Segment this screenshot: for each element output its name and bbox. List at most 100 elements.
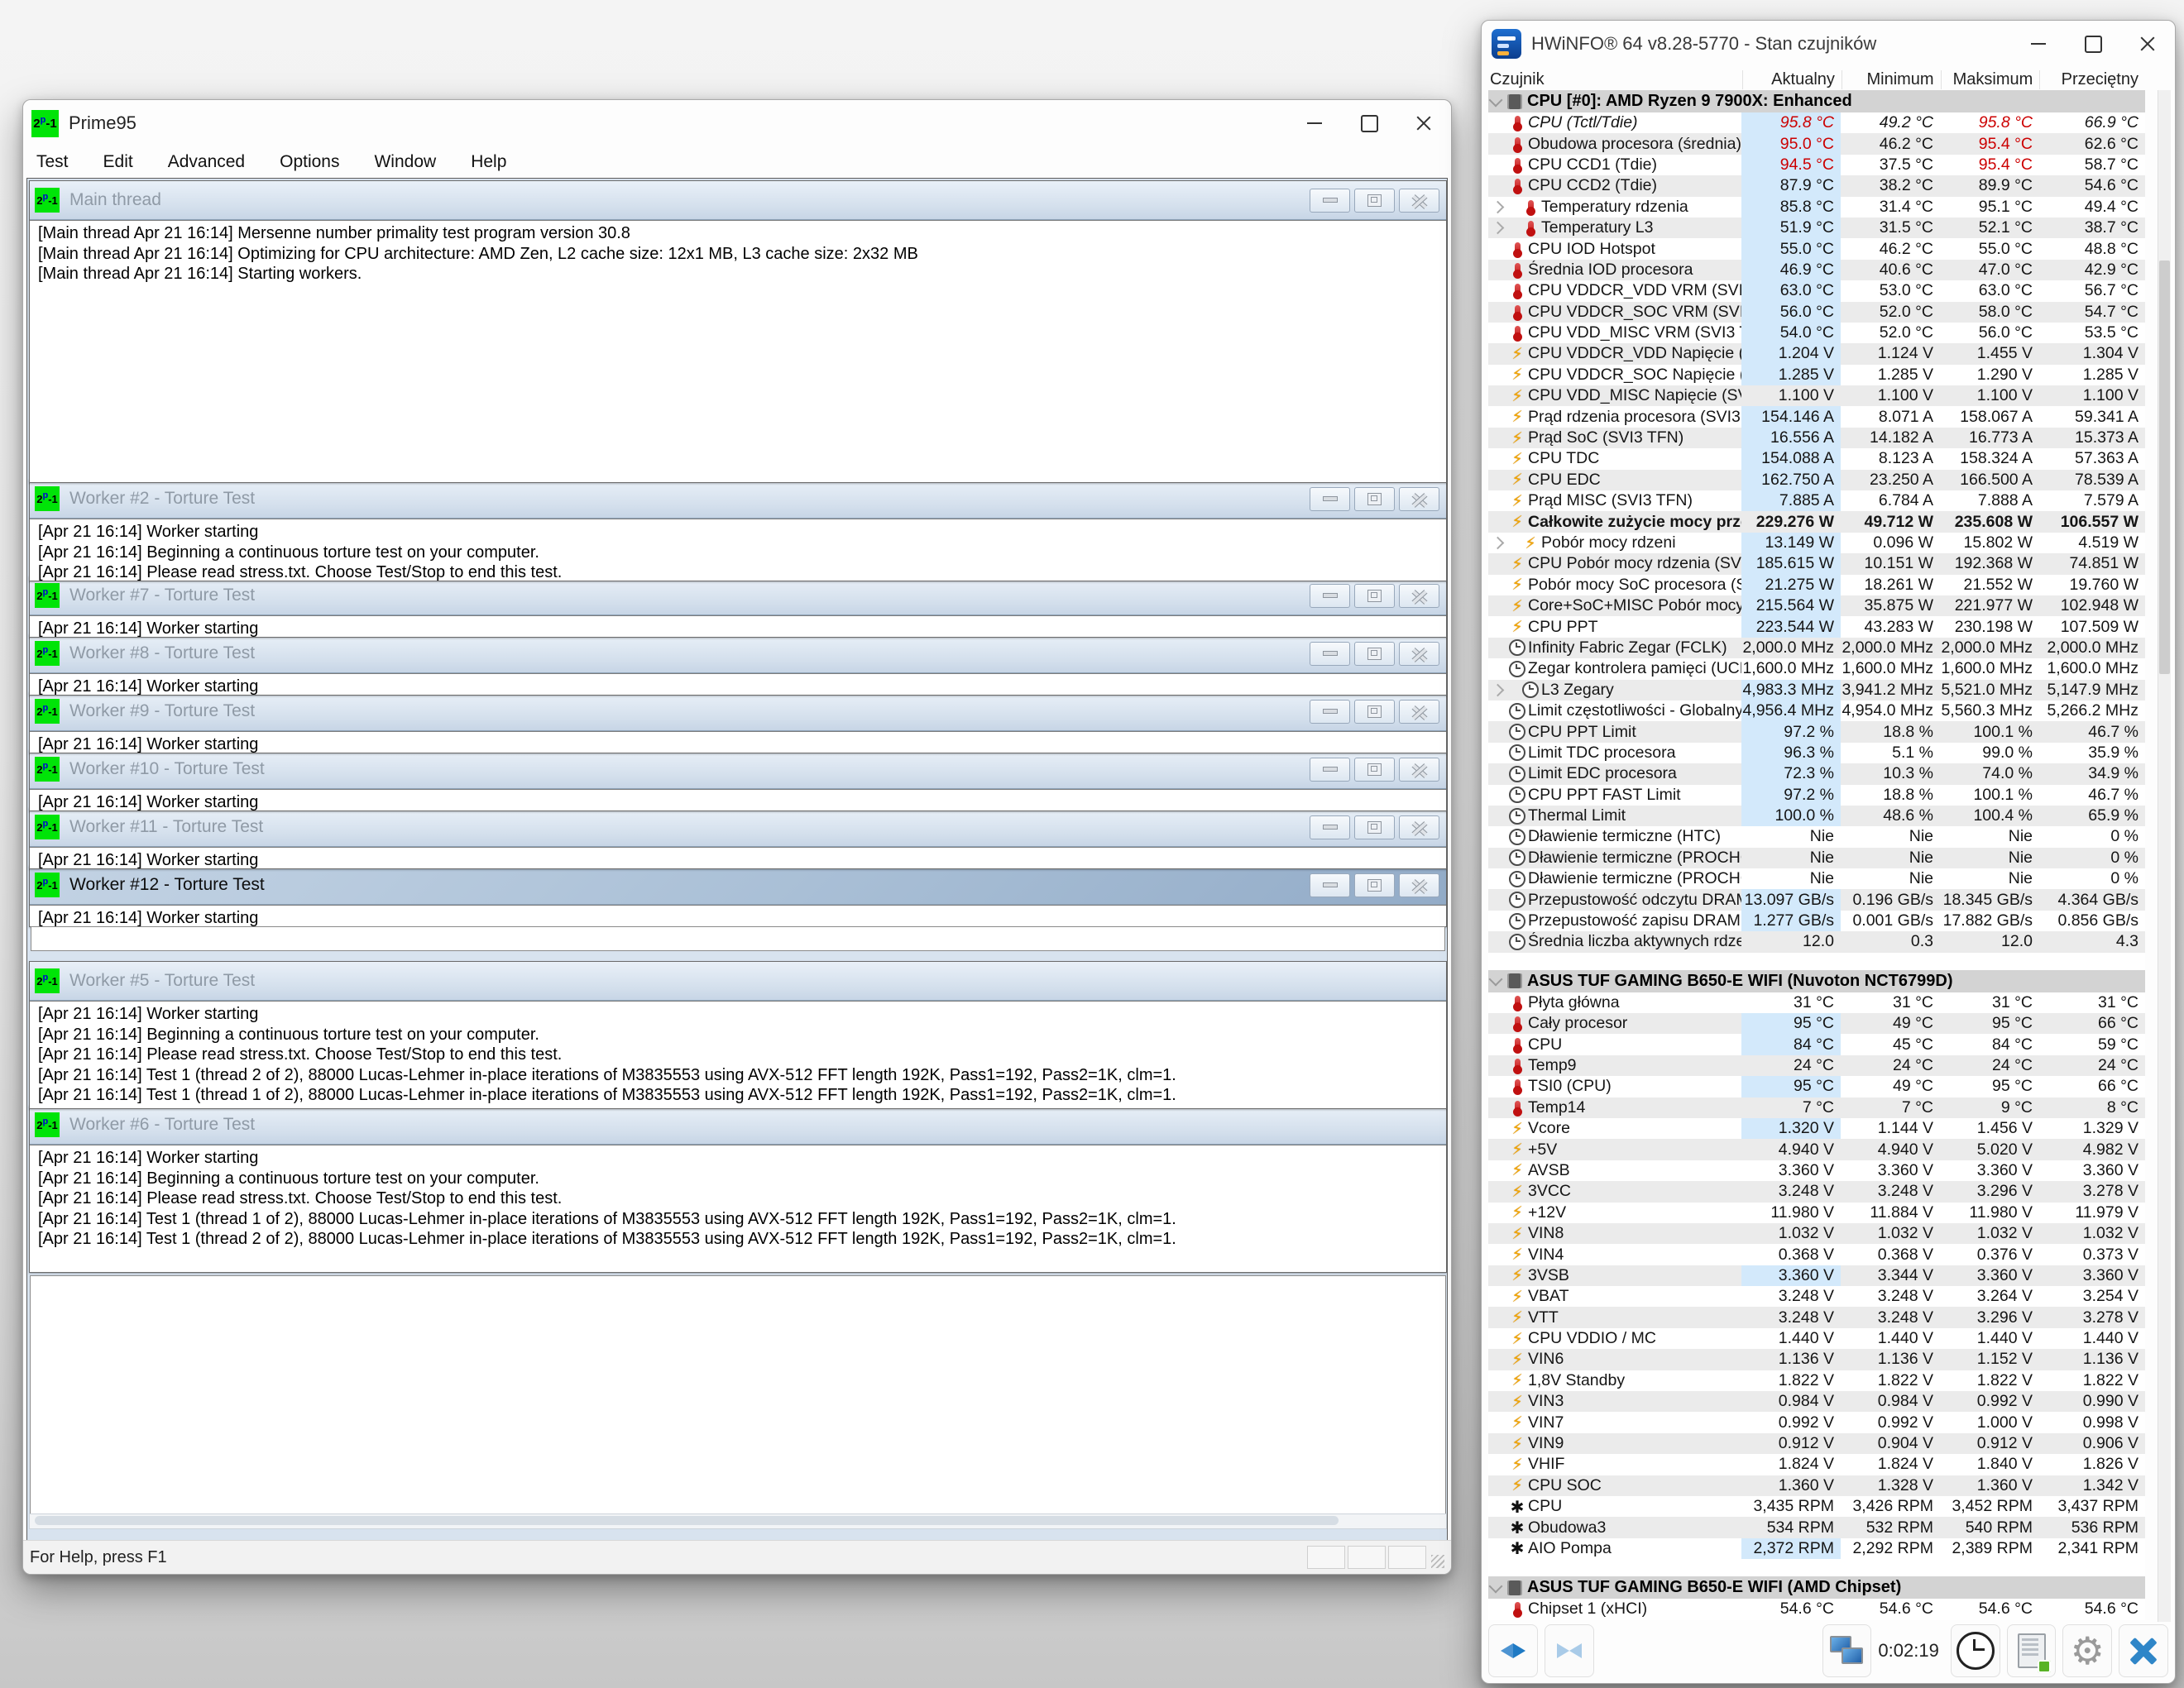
worker-log[interactable]: [Apr 21 16:14] Worker starting[Apr 21 16… <box>30 1145 1446 1272</box>
worker-log[interactable]: [Apr 21 16:14] Worker starting <box>30 673 1446 695</box>
column-przecietny[interactable]: Przeciętny <box>2039 70 2145 89</box>
sensor-row[interactable]: CPU CCD1 (Tdie)94.5 °C37.5 °C95.4 °C58.7… <box>1488 155 2145 175</box>
menu-help[interactable]: Help <box>471 152 506 172</box>
sensor-row[interactable]: CPU VDDCR_VDD VRM (SVI3 TFN)63.0 °C53.0 … <box>1488 280 2145 301</box>
sensor-row[interactable]: ⚡VHIF1.824 V1.824 V1.840 V1.826 V <box>1488 1454 2145 1475</box>
sensor-row[interactable]: Temp924 °C24 °C24 °C24 °C <box>1488 1055 2145 1076</box>
sensor-row[interactable]: ⚡CPU Pobór mocy rdzenia (SVI3 TFN)185.61… <box>1488 553 2145 574</box>
worker-titlebar[interactable]: 2p-1Worker #11 - Torture Test <box>30 808 1446 847</box>
settings-button[interactable]: ⚙ <box>2062 1624 2112 1677</box>
sensor-row[interactable]: CPU VDD_MISC VRM (SVI3 TFN)54.0 °C52.0 °… <box>1488 323 2145 343</box>
sensor-row[interactable]: Infinity Fabric Zegar (FCLK)2,000.0 MHz2… <box>1488 638 2145 658</box>
sensor-row[interactable]: CPU IOD Hotspot55.0 °C46.2 °C55.0 °C48.8… <box>1488 238 2145 259</box>
sensor-row[interactable]: Limit EDC procesora72.3 %10.3 %74.0 %34.… <box>1488 763 2145 784</box>
sensor-row[interactable]: ✱Obudowa3534 RPM532 RPM540 RPM536 RPM <box>1488 1517 2145 1537</box>
sensor-row[interactable]: Cały procesor95 °C49 °C95 °C66 °C <box>1488 1013 2145 1034</box>
maximize-button[interactable] <box>2066 21 2120 67</box>
sensor-row[interactable]: ⚡VIN30.984 V0.984 V0.992 V0.990 V <box>1488 1391 2145 1412</box>
worker-log[interactable]: [Apr 21 16:14] Worker starting <box>30 847 1446 868</box>
horizontal-scrollbar-thumb[interactable] <box>35 1516 1339 1525</box>
sensor-row[interactable]: ⚡CPU EDC162.750 A23.250 A166.500 A78.539… <box>1488 470 2145 490</box>
sensor-row[interactable]: ⚡3VCC3.248 V3.248 V3.296 V3.278 V <box>1488 1181 2145 1202</box>
minimize-button[interactable] <box>1287 100 1342 146</box>
restore-button[interactable] <box>1354 758 1395 782</box>
minimize-button[interactable] <box>1310 758 1350 782</box>
vertical-scrollbar[interactable] <box>2158 90 2171 1622</box>
sensor-row[interactable]: Przepustowość zapisu DRAM1.277 GB/s0.001… <box>1488 911 2145 931</box>
menu-edit[interactable]: Edit <box>103 152 133 172</box>
sensor-row[interactable]: ⚡1,8V Standby1.822 V1.822 V1.822 V1.822 … <box>1488 1370 2145 1391</box>
close-button[interactable] <box>1399 815 1439 839</box>
sensor-row[interactable]: Temperatury L351.9 °C31.5 °C52.1 °C38.7 … <box>1488 218 2145 238</box>
resize-grip[interactable] <box>1431 1555 1444 1568</box>
close-button[interactable] <box>1396 100 1451 146</box>
collapse-columns-button[interactable] <box>1545 1624 1594 1677</box>
sensor-row[interactable]: Thermal Limit100.0 %48.6 %100.4 %65.9 % <box>1488 806 2145 826</box>
prime95-titlebar[interactable]: 2p-1 Prime95 <box>23 100 1451 146</box>
restore-button[interactable] <box>1354 700 1395 724</box>
worker-titlebar[interactable]: 2p-1Worker #5 - Torture Test <box>30 962 1446 1001</box>
close-button[interactable] <box>1399 189 1439 213</box>
sensor-row[interactable]: ⚡VIN70.992 V0.992 V1.000 V0.998 V <box>1488 1412 2145 1432</box>
horizontal-scrollbar[interactable] <box>29 1513 1447 1529</box>
sensor-row[interactable]: CPU CCD2 (Tdie)87.9 °C38.2 °C89.9 °C54.6… <box>1488 175 2145 196</box>
sensor-row[interactable]: L3 Zegary4,983.3 MHz3,941.2 MHz5,521.0 M… <box>1488 680 2145 701</box>
worker-log[interactable]: [Apr 21 16:14] Worker starting[Apr 21 16… <box>30 1001 1446 1108</box>
close-button[interactable] <box>1399 642 1439 666</box>
restore-button[interactable] <box>1354 584 1395 608</box>
worker-titlebar[interactable]: 2p-1Worker #9 - Torture Test <box>30 692 1446 731</box>
vertical-scrollbar-thumb[interactable] <box>2159 261 2170 674</box>
sensor-row[interactable]: ⚡Vcore1.320 V1.144 V1.456 V1.329 V <box>1488 1118 2145 1139</box>
sensor-row[interactable]: ⚡CPU VDDIO / MC1.440 V1.440 V1.440 V1.44… <box>1488 1328 2145 1349</box>
sensor-row[interactable]: Płyta główna31 °C31 °C31 °C31 °C <box>1488 992 2145 1013</box>
sensor-row[interactable]: ⚡VBAT3.248 V3.248 V3.264 V3.254 V <box>1488 1286 2145 1307</box>
sensor-row[interactable]: ⚡VIN90.912 V0.904 V0.912 V0.906 V <box>1488 1433 2145 1454</box>
worker-titlebar[interactable]: 2p-1Worker #8 - Torture Test <box>30 634 1446 673</box>
minimize-button[interactable] <box>1310 873 1350 897</box>
sensor-row[interactable]: CPU (Tctl/Tdie)95.8 °C49.2 °C95.8 °C66.9… <box>1488 112 2145 133</box>
sensor-row[interactable]: ⚡CPU PPT223.544 W43.283 W230.198 W107.50… <box>1488 616 2145 637</box>
worker-log[interactable]: [Apr 21 16:14] Worker starting[Apr 21 16… <box>30 519 1446 581</box>
column-maksimum[interactable]: Maksimum <box>1941 70 2040 89</box>
minimize-button[interactable] <box>1310 189 1350 213</box>
worker-titlebar[interactable]: 2p-1Worker #7 - Torture Test <box>30 576 1446 615</box>
column-aktualny[interactable]: Aktualny <box>1742 70 1842 89</box>
restore-button[interactable] <box>1354 873 1395 897</box>
sensor-row[interactable]: ⚡Prąd MISC (SVI3 TFN)7.885 A6.784 A7.888… <box>1488 490 2145 511</box>
sensor-row[interactable]: ⚡+5V4.940 V4.940 V5.020 V4.982 V <box>1488 1139 2145 1160</box>
sensor-row[interactable]: Limit TDC procesora96.3 %5.1 %99.0 %35.9… <box>1488 743 2145 763</box>
sensor-row[interactable]: CPU PPT Limit97.2 %18.8 %100.1 %46.7 % <box>1488 721 2145 742</box>
sensor-row[interactable]: ✱AIO Pompa2,372 RPM2,292 RPM2,389 RPM2,3… <box>1488 1538 2145 1559</box>
close-button[interactable] <box>1399 700 1439 724</box>
sensor-row[interactable]: ⚡VTT3.248 V3.248 V3.296 V3.278 V <box>1488 1307 2145 1327</box>
sensor-row[interactable]: ⚡Prąd SoC (SVI3 TFN)16.556 A14.182 A16.7… <box>1488 428 2145 448</box>
worker-log[interactable]: [Main thread Apr 21 16:14] Mersenne numb… <box>30 220 1446 482</box>
close-button[interactable] <box>2120 21 2175 67</box>
close-button[interactable] <box>1399 873 1439 897</box>
sensor-row[interactable]: ⚡VIN61.136 V1.136 V1.152 V1.136 V <box>1488 1349 2145 1370</box>
sensor-row[interactable]: ⚡CPU SOC1.360 V1.328 V1.360 V1.342 V <box>1488 1475 2145 1496</box>
sensor-row[interactable]: ⚡CPU VDDCR_SOC Napięcie (SVI3 T...1.285 … <box>1488 365 2145 385</box>
chevron-down-icon[interactable] <box>1489 93 1503 107</box>
remote-monitoring-button[interactable] <box>1822 1624 1872 1677</box>
sensor-row[interactable]: TSI0 (CPU)95 °C49 °C95 °C66 °C <box>1488 1076 2145 1097</box>
restore-button[interactable] <box>1354 487 1395 511</box>
sensor-group-header[interactable]: CPU [#0]: AMD Ryzen 9 7900X: Enhanced <box>1488 90 2145 112</box>
sensor-row[interactable]: CPU84 °C45 °C84 °C59 °C <box>1488 1034 2145 1054</box>
sensor-row[interactable]: Temperatury rdzenia85.8 °C31.4 °C95.1 °C… <box>1488 197 2145 218</box>
chevron-down-icon[interactable] <box>1489 1579 1503 1593</box>
sensor-row[interactable]: ⚡Pobór mocy SoC procesora (SVI3 ...21.27… <box>1488 575 2145 595</box>
sensor-group-header[interactable]: ASUS TUF GAMING B650-E WIFI (AMD Chipset… <box>1488 1576 2145 1599</box>
hwinfo-titlebar[interactable]: HWiNFO® 64 v8.28-5770 - Stan czujników <box>1482 21 2175 67</box>
minimize-button[interactable] <box>1310 584 1350 608</box>
sensor-row[interactable]: ⚡Całkowite zużycie mocy przez ...229.276… <box>1488 511 2145 532</box>
report-button[interactable] <box>2007 1624 2057 1677</box>
sensor-row[interactable]: Dławienie termiczne (PROCHOT CP...NieNie… <box>1488 848 2145 868</box>
column-czujnik[interactable]: Czujnik <box>1488 70 1742 89</box>
minimize-button[interactable] <box>2011 21 2066 67</box>
worker-log[interactable]: [Apr 21 16:14] Worker starting <box>30 615 1446 637</box>
menu-window[interactable]: Window <box>374 152 436 172</box>
sensor-row[interactable]: Temp147 °C7 °C9 °C8 °C <box>1488 1097 2145 1118</box>
sensor-row[interactable]: Obudowa procesora (średnia)95.0 °C46.2 °… <box>1488 133 2145 154</box>
expand-columns-button[interactable] <box>1488 1624 1538 1677</box>
